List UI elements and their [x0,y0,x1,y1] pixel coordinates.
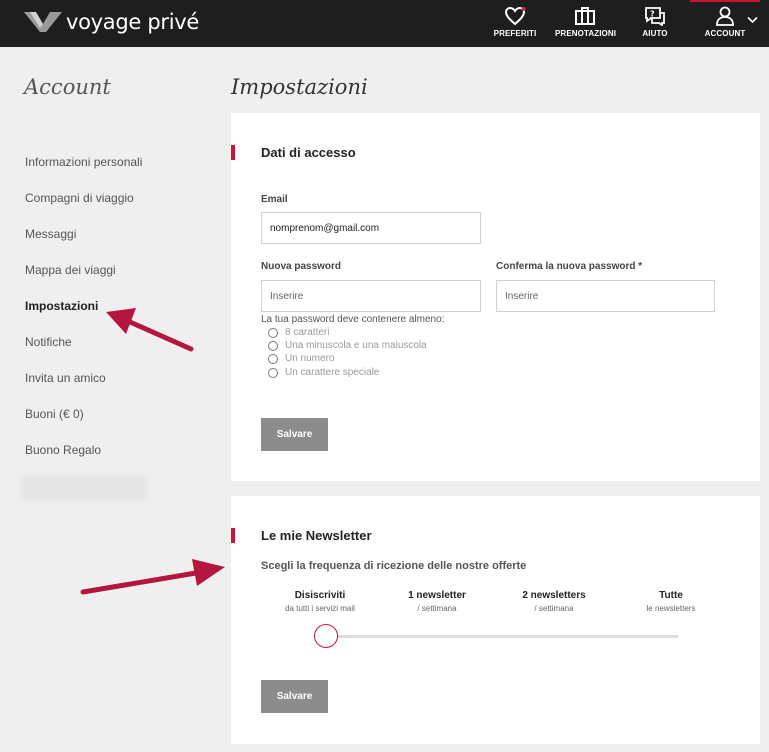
sidebar-item-notifiche[interactable]: Notifiche [25,335,72,349]
section-marker [231,145,235,160]
sidebar-item-informazioni-personali[interactable]: Informazioni personali [25,155,142,169]
requirement-text: Una minuscola e una maiuscola [285,340,427,351]
requirement-text: 8 caratteri [285,327,330,338]
email-field[interactable] [261,212,481,244]
new-password-label: Nuova password [261,261,342,272]
requirement-check-icon [268,327,278,338]
requirement-item: Una minuscola e una maiuscola [268,340,427,351]
sidebar-item-invita-un-amico[interactable]: Invita un amico [25,371,106,385]
chevron-down-icon[interactable] [747,16,758,24]
section-title-newsletter: Le mie Newsletter [261,528,372,543]
sidebar-item-buono-regalo[interactable]: Buono Regalo [25,443,101,457]
option-title: 2 newsletters [522,590,586,601]
option-title: Tutte [659,590,683,601]
annotation-arrow-icon [80,559,225,595]
newsletter-card: Le mie Newsletter Scegli la frequenza di… [231,496,760,744]
password-hint: La tua password deve contenere almeno: [261,314,445,325]
nav-preferiti[interactable]: PREFERITI [485,6,545,38]
logo-text: voyage privé [66,10,200,34]
nav-label: PREFERITI [493,29,537,38]
nav-account[interactable]: ACCOUNT [695,6,755,38]
section-title-access: Dati di accesso [261,145,356,160]
page-title: Impostazioni [231,75,368,99]
requirement-item: Un numero [268,353,334,364]
email-label: Email [261,194,288,205]
logo[interactable]: voyage privé [24,10,199,34]
annotation-arrow-icon [106,308,194,352]
svg-text:?: ? [650,10,655,19]
sidebar-item-mappa-dei-viaggi[interactable]: Mappa dei viaggi [25,263,116,277]
frequency-option-all[interactable]: Tutte le newsletters [616,590,726,613]
requirement-item: Un carattere speciale [268,367,380,378]
confirm-password-field[interactable] [496,280,715,312]
heart-icon [504,6,526,26]
frequency-slider-handle[interactable] [314,624,338,648]
nav-label: AIUTO [642,29,668,38]
nav-label: ACCOUNT [704,29,746,38]
blurred-sidebar-item [20,475,148,501]
access-data-card: Dati di accesso Email Nuova password Con… [231,113,760,481]
new-password-field[interactable] [261,280,481,312]
top-navigation-bar: voyage privé PREFERITI PRENOTAZIONI ? AI… [0,0,769,47]
nav-prenotazioni[interactable]: PRENOTAZIONI [555,6,617,38]
option-title: Disiscriviti [294,590,346,601]
requirement-text: Un carattere speciale [285,367,380,378]
active-nav-indicator [690,0,760,2]
option-subtitle: da tutti i servizi mail [285,604,355,613]
requirement-item: 8 caratteri [268,327,329,338]
save-newsletter-button[interactable]: Salvare [261,680,328,713]
sidebar-item-buoni[interactable]: Buoni (€ 0) [25,407,84,421]
requirement-check-icon [268,353,278,364]
nav-aiuto[interactable]: ? AIUTO [625,6,685,38]
section-marker [231,528,235,543]
requirement-check-icon [268,340,278,351]
user-icon [716,6,734,26]
save-access-button[interactable]: Salvare [261,418,328,451]
sidebar-title: Account [24,75,111,99]
frequency-option-2-weekly[interactable]: 2 newsletters / settimana [499,590,609,613]
suitcase-icon [575,7,595,25]
help-chat-icon: ? [645,7,665,26]
frequency-option-1-weekly[interactable]: 1 newsletter / settimana [382,590,492,613]
sidebar-item-messaggi[interactable]: Messaggi [25,227,76,241]
option-title: 1 newsletter [408,590,466,601]
frequency-option-unsubscribe[interactable]: Disiscriviti da tutti i servizi mail [265,590,375,613]
option-subtitle: / settimana [534,604,574,613]
frequency-slider-track[interactable] [326,635,678,638]
nav-label: PRENOTAZIONI [555,29,617,38]
option-subtitle: / settimana [417,604,457,613]
requirement-text: Un numero [285,353,335,364]
frequency-question: Scegli la frequenza di ricezione delle n… [261,560,527,572]
sidebar-item-compagni-di-viaggio[interactable]: Compagni di viaggio [25,191,134,205]
option-subtitle: le newsletters [646,604,696,613]
logo-mark-icon [24,12,62,32]
sidebar-item-impostazioni[interactable]: Impostazioni [25,299,98,313]
confirm-password-label: Conferma la nuova password * [496,261,643,272]
requirement-check-icon [268,367,278,378]
